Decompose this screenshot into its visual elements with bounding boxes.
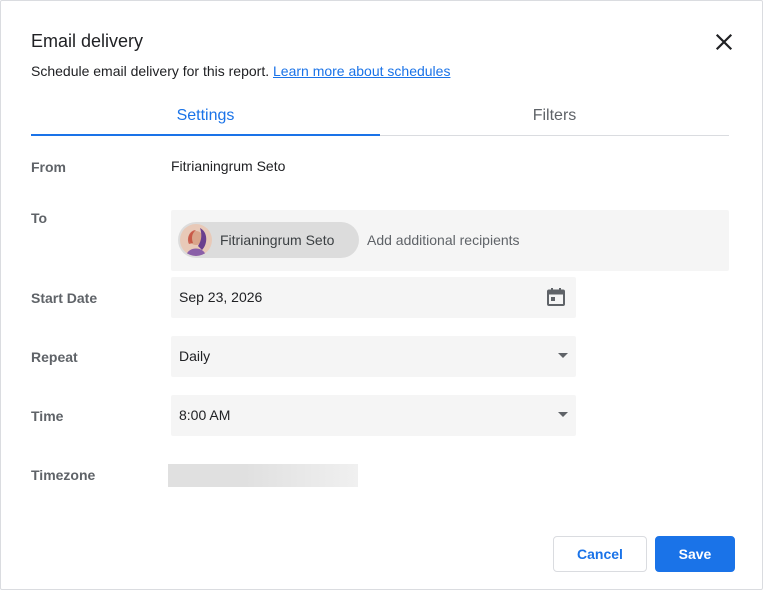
cancel-button[interactable]: Cancel [553, 536, 647, 572]
subtitle-text: Schedule email delivery for this report. [31, 63, 270, 79]
dialog-title: Email delivery [31, 31, 144, 51]
chevron-down-icon [558, 353, 568, 358]
timezone-loading-placeholder [168, 464, 358, 487]
close-button[interactable] [712, 30, 736, 54]
repeat-label: Repeat [31, 349, 78, 365]
timezone-label: Timezone [31, 467, 96, 483]
start-date-field[interactable]: Sep 23, 2026 [171, 277, 576, 318]
recipients-field[interactable]: Fitrianingrum Seto [171, 210, 729, 271]
learn-more-link[interactable]: Learn more about schedules [273, 63, 450, 79]
save-button[interactable]: Save [655, 536, 735, 572]
time-label: Time [31, 408, 64, 424]
avatar [180, 224, 212, 256]
tab-filters[interactable]: Filters [380, 97, 729, 135]
repeat-select[interactable]: Daily [171, 336, 576, 377]
tab-settings[interactable]: Settings [31, 97, 380, 136]
dialog-subtitle: Schedule email delivery for this report.… [31, 63, 450, 79]
tab-bar: Settings Filters [31, 97, 729, 136]
add-recipients-input[interactable] [367, 229, 707, 251]
recipient-chip-label: Fitrianingrum Seto [220, 232, 335, 248]
calendar-icon[interactable] [546, 287, 566, 312]
from-value: Fitrianingrum Seto [171, 158, 286, 174]
to-label: To [31, 210, 48, 226]
time-select[interactable]: 8:00 AM [171, 395, 576, 436]
from-label: From [31, 159, 66, 175]
time-value: 8:00 AM [179, 407, 231, 423]
chevron-down-icon [558, 412, 568, 417]
start-date-value: Sep 23, 2026 [179, 289, 263, 305]
close-icon [715, 33, 733, 51]
recipient-chip[interactable]: Fitrianingrum Seto [178, 222, 359, 258]
repeat-value: Daily [179, 348, 211, 364]
email-delivery-dialog: Email delivery Schedule email delivery f… [0, 0, 763, 590]
start-date-label: Start Date [31, 290, 98, 306]
